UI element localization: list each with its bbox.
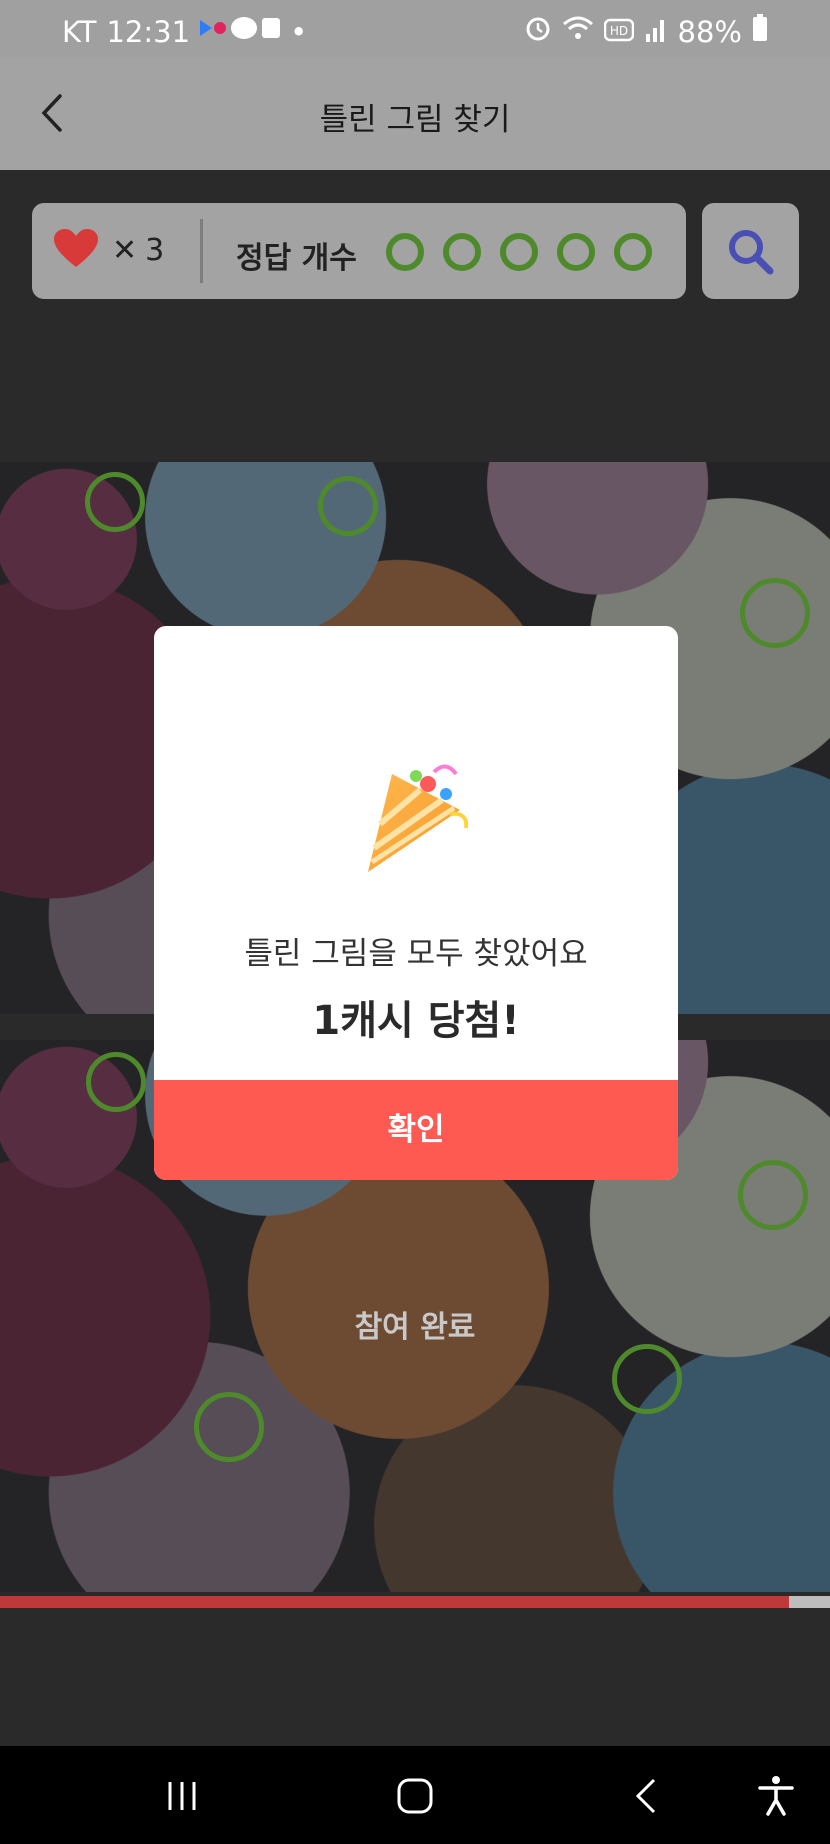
- notification-icons: [200, 14, 281, 49]
- lives-counter: ✕ 3: [112, 233, 164, 268]
- party-popper-icon: [368, 764, 469, 872]
- heart-icon: [54, 229, 98, 267]
- recent-apps-icon[interactable]: [160, 1774, 204, 1818]
- answer-indicator: [614, 233, 652, 271]
- found-marker: [86, 1052, 146, 1112]
- signal-icon: [644, 15, 668, 49]
- answer-indicator: [500, 233, 538, 271]
- found-marker: [740, 578, 810, 648]
- answers-label: 정답 개수: [236, 241, 357, 276]
- confirm-button[interactable]: 확인: [154, 1080, 678, 1180]
- found-marker: [194, 1392, 264, 1462]
- hint-search-button[interactable]: [702, 203, 799, 299]
- lives-count: 3: [145, 233, 165, 268]
- status-right: HD 88%: [524, 14, 768, 49]
- completed-label: 참여 완료: [354, 1310, 476, 1345]
- app-header: 틀린 그림 찾기: [0, 58, 830, 170]
- wifi-icon: [562, 14, 594, 49]
- found-marker: [318, 476, 378, 536]
- back-nav-icon[interactable]: [626, 1774, 670, 1818]
- found-marker: [85, 472, 145, 532]
- system-navigation-bar: [0, 1746, 830, 1844]
- battery-icon: [752, 14, 768, 49]
- dialog-message: 틀린 그림을 모두 찾았어요: [244, 936, 588, 972]
- svg-text:HD: HD: [609, 24, 627, 38]
- dot-icon: •: [290, 14, 308, 49]
- answer-indicator: [386, 233, 424, 271]
- time-progress-bar: [0, 1596, 830, 1608]
- answer-indicator: [443, 233, 481, 271]
- found-marker: [738, 1160, 808, 1230]
- clock: 12:31: [106, 14, 191, 49]
- search-icon: [729, 230, 774, 275]
- hd-icon: HD: [603, 15, 634, 49]
- divider: [200, 219, 203, 283]
- status-left: KT 12:31 •: [62, 14, 307, 49]
- carrier-label: KT: [62, 14, 97, 49]
- answer-indicator: [557, 233, 595, 271]
- progress-fill: [0, 1596, 789, 1608]
- status-bar: KT 12:31 • HD 88%: [0, 0, 830, 58]
- dialog-prize: 1캐시 당첨!: [312, 998, 520, 1044]
- times-icon: ✕: [112, 233, 138, 268]
- found-marker: [612, 1344, 682, 1414]
- page-title: 틀린 그림 찾기: [319, 102, 511, 138]
- accessibility-icon[interactable]: [754, 1774, 798, 1818]
- battery-label: 88%: [677, 14, 742, 49]
- alarm-icon: [524, 14, 552, 49]
- success-dialog: 틀린 그림을 모두 찾았어요 1캐시 당첨! 확인: [154, 626, 678, 1180]
- game-status-card: ✕ 3 정답 개수: [32, 203, 686, 299]
- home-icon[interactable]: [393, 1774, 437, 1818]
